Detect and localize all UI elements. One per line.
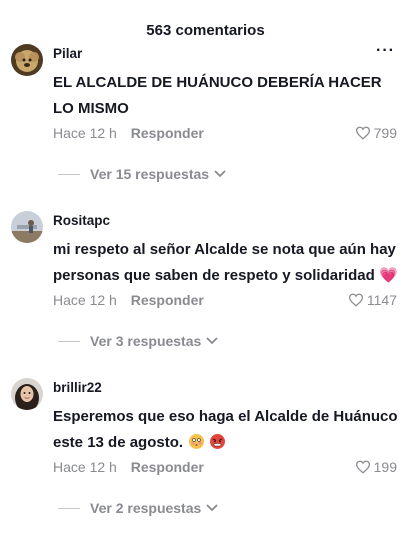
view-replies-button[interactable]: Ver 3 respuestas [58, 333, 218, 349]
heart-outline-icon [355, 460, 370, 474]
avatar[interactable] [11, 211, 43, 243]
reply-button[interactable]: Responder [131, 459, 204, 475]
heart-outline-icon [348, 293, 363, 307]
like-count: 799 [373, 125, 397, 141]
reply-button[interactable]: Responder [131, 125, 204, 141]
chevron-down-icon [214, 170, 226, 178]
view-replies-label: Ver 15 respuestas [90, 166, 210, 182]
divider-line [58, 507, 80, 509]
like-count: 199 [373, 459, 397, 475]
comment-text: Esperemos que eso haga el Alcalde de Huá… [53, 404, 401, 456]
like-count: 1147 [366, 292, 397, 308]
comment-text: mi respeto al señor Alcalde se nota que … [53, 237, 401, 289]
reply-button[interactable]: Responder [131, 292, 204, 308]
comment-time: Hace 12 h [53, 459, 117, 475]
like-button[interactable]: 199 [355, 459, 397, 475]
heart-outline-icon [355, 126, 370, 140]
comment-username[interactable]: Pilar [53, 46, 82, 61]
like-button[interactable]: 799 [355, 125, 397, 141]
comment-username[interactable]: brillir22 [53, 380, 102, 395]
divider-line [58, 340, 80, 342]
chevron-down-icon [206, 504, 218, 512]
like-button[interactable]: 1147 [348, 292, 397, 308]
view-replies-label: Ver 3 respuestas [90, 333, 202, 349]
view-replies-button[interactable]: Ver 15 respuestas [58, 166, 226, 182]
view-replies-label: Ver 2 respuestas [90, 500, 202, 516]
avatar[interactable] [11, 378, 43, 410]
comment-time: Hace 12 h [53, 292, 117, 308]
view-replies-button[interactable]: Ver 2 respuestas [58, 500, 218, 516]
comment-time: Hace 12 h [53, 125, 117, 141]
angry-face-emoji [210, 434, 226, 449]
flushed-face-emoji [189, 434, 205, 449]
comment-text: EL ALCALDE DE HUÁNUCO DEBERÍA HACER LO M… [53, 74, 382, 117]
divider-line [58, 173, 80, 175]
comment-text-content: mi respeto al señor Alcalde se nota que … [53, 241, 396, 284]
more-options-icon[interactable]: ··· [376, 42, 395, 60]
chevron-down-icon [206, 337, 218, 345]
comment-username[interactable]: Rositapc [53, 213, 110, 228]
avatar[interactable] [11, 44, 43, 76]
pink-heart-emoji: 💗 [378, 267, 398, 284]
comments-count-title: 563 comentarios [146, 22, 265, 39]
comment-meta: Hace 12 h Responder [53, 459, 204, 475]
comment-meta: Hace 12 h Responder [53, 125, 204, 141]
comment-meta: Hace 12 h Responder [53, 292, 204, 308]
